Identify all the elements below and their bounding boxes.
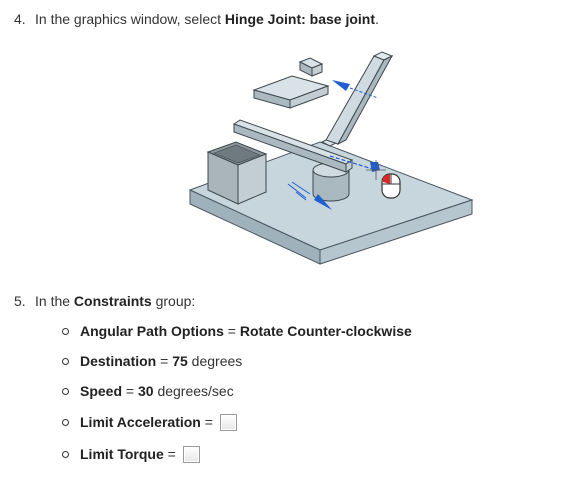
option-label: Limit Acceleration [80, 414, 201, 430]
option-unit: degrees [187, 353, 243, 369]
option-label: Speed [80, 383, 123, 399]
step-5: 5. In the Constraints group: [14, 293, 196, 309]
bullet-icon [62, 387, 69, 395]
small-block[interactable] [298, 57, 324, 77]
option-label: Angular Path Options [80, 323, 224, 339]
option-label: Destination [80, 353, 157, 369]
bullet-icon [62, 450, 69, 458]
option-destination: Destination = 75 degrees [62, 352, 242, 370]
option-limit-torque: Limit Torque = [62, 445, 200, 463]
option-label: Limit Torque [80, 446, 164, 462]
limit-acceleration-checkbox[interactable] [219, 413, 237, 431]
step-target: Hinge Joint: base joint [224, 11, 376, 27]
mouse-icon [381, 173, 401, 199]
limit-torque-checkbox[interactable] [182, 445, 200, 463]
option-unit: degrees/sec [153, 383, 234, 399]
option-value: 75 [172, 353, 188, 369]
option-angular-path: Angular Path Options = Rotate Counter-cl… [62, 322, 412, 340]
step-text: In the graphics window, select [35, 11, 225, 27]
step-text: In the [35, 293, 74, 309]
option-value: 30 [137, 383, 154, 399]
option-speed: Speed = 30 degrees/sec [62, 382, 234, 400]
bullet-icon [62, 327, 69, 335]
step-4: 4. In the graphics window, select Hinge J… [14, 11, 379, 27]
option-limit-acceleration: Limit Acceleration = [62, 413, 237, 431]
option-value: Rotate Counter-clockwise [239, 323, 412, 339]
step-number: 5. [14, 293, 26, 309]
inclined-arm[interactable] [325, 51, 394, 146]
graphics-window-illustration[interactable] [180, 44, 480, 266]
bullet-icon [62, 418, 69, 426]
floating-slab[interactable] [252, 75, 330, 109]
step-number: 4. [14, 11, 26, 27]
bullet-icon [62, 357, 69, 365]
group-name: Constraints [73, 293, 152, 309]
